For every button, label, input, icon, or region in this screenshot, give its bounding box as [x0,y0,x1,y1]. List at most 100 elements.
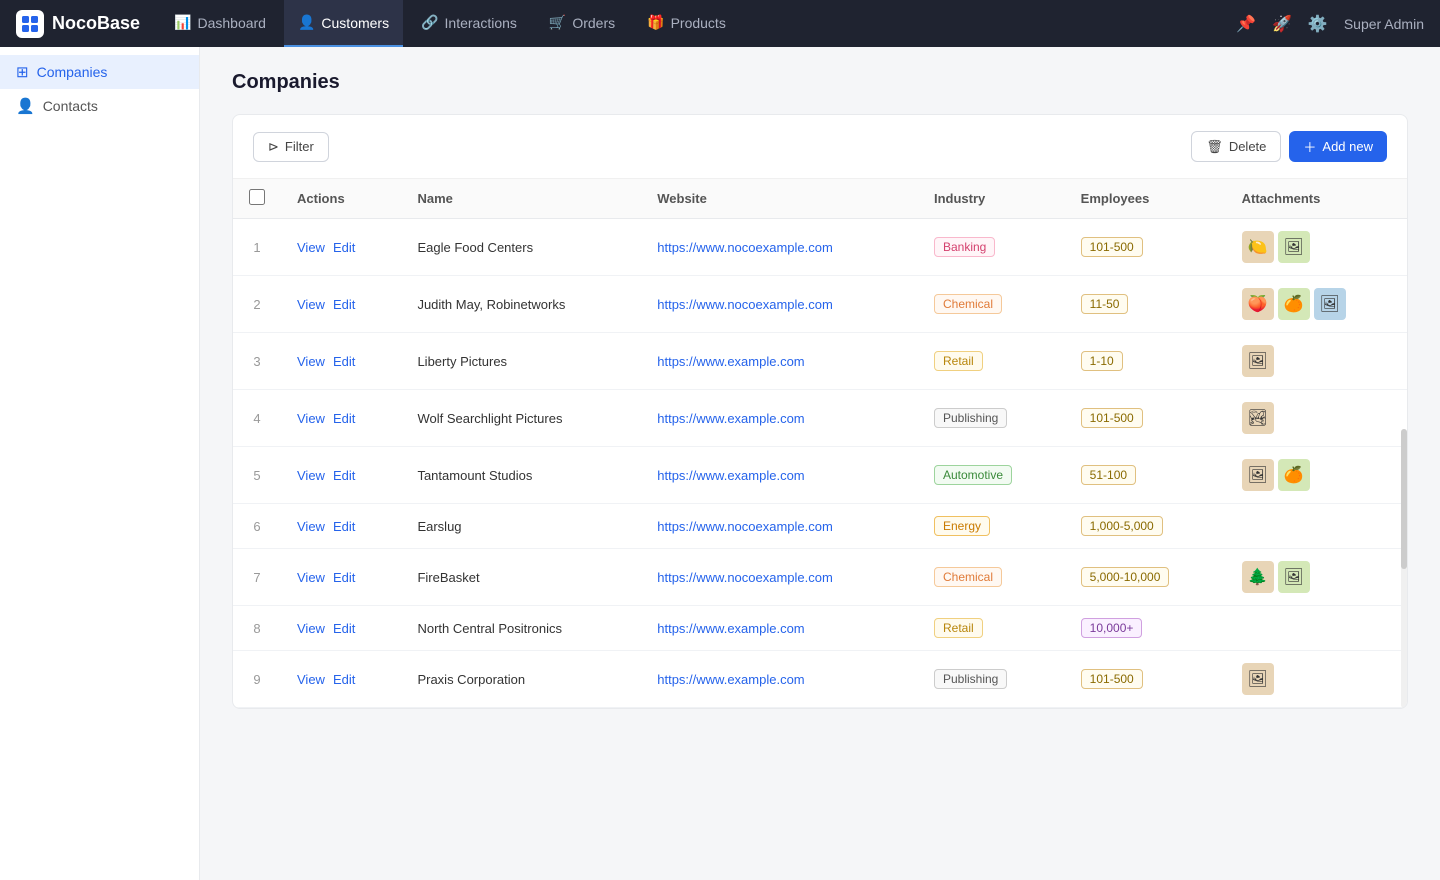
attachment-thumbnail[interactable]: 🖼 [1278,231,1310,263]
edit-link[interactable]: Edit [333,411,355,426]
table-row: 7ViewEditFireBaskethttps://www.nocoexamp… [233,549,1407,606]
website-link[interactable]: https://www.nocoexample.com [657,570,833,585]
website-link[interactable]: https://www.nocoexample.com [657,519,833,534]
attachment-thumbnail[interactable]: 🖼 [1242,663,1274,695]
industry-badge: Publishing [934,669,1007,689]
share-icon[interactable]: 🚀 [1272,14,1292,34]
industry-badge: Chemical [934,567,1002,587]
filter-button[interactable]: ⊳ Filter [253,132,329,162]
table-row: 4ViewEditWolf Searchlight Pictureshttps:… [233,390,1407,447]
delete-button[interactable]: 🗑 Delete [1191,131,1281,162]
attachments-cell: 🏞 [1242,402,1391,434]
scrollbar-track[interactable] [1401,429,1407,708]
attachment-thumbnail[interactable]: 🍋 [1242,231,1274,263]
employees-badge: 51-100 [1081,465,1136,485]
companies-table: Actions Name Website Industry Employees … [233,179,1407,708]
nav-right: 📌 🚀 ⚙️ Super Admin [1236,14,1424,34]
industry-badge: Energy [934,516,990,536]
view-link[interactable]: View [297,519,325,534]
company-name: FireBasket [401,549,641,606]
view-link[interactable]: View [297,354,325,369]
attachment-thumbnail[interactable]: 🍑 [1242,288,1274,320]
website-link[interactable]: https://www.nocoexample.com [657,240,833,255]
select-all-checkbox[interactable] [249,189,265,205]
view-link[interactable]: View [297,411,325,426]
page-title: Companies [232,71,1408,94]
industry-badge: Banking [934,237,995,257]
add-new-button[interactable]: ＋ Add new [1289,131,1387,162]
toolbar: ⊳ Filter 🗑 Delete ＋ Add new [233,115,1407,179]
website-link[interactable]: https://www.nocoexample.com [657,297,833,312]
table-row: 1ViewEditEagle Food Centershttps://www.n… [233,219,1407,276]
website-link[interactable]: https://www.example.com [657,621,804,636]
company-name: Praxis Corporation [401,651,641,708]
orders-icon: 🛒 [549,14,566,31]
company-name: Earslug [401,504,641,549]
view-link[interactable]: View [297,621,325,636]
attachment-thumbnail[interactable]: 🖼 [1278,561,1310,593]
sidebar-item-companies[interactable]: ⊞ Companies [0,55,199,89]
employees-badge: 101-500 [1081,237,1143,257]
nav-dashboard[interactable]: 📊 Dashboard [160,0,280,47]
view-link[interactable]: View [297,468,325,483]
edit-link[interactable]: Edit [333,519,355,534]
customers-icon: 👤 [298,14,315,31]
company-name: North Central Positronics [401,606,641,651]
edit-link[interactable]: Edit [333,354,355,369]
attachment-thumbnail[interactable]: 🏞 [1242,402,1274,434]
pin-icon[interactable]: 📌 [1236,14,1256,34]
company-name: Liberty Pictures [401,333,641,390]
nav-customers[interactable]: 👤 Customers [284,0,403,47]
edit-link[interactable]: Edit [333,672,355,687]
edit-link[interactable]: Edit [333,468,355,483]
website-link[interactable]: https://www.example.com [657,354,804,369]
employees-badge: 1-10 [1081,351,1123,371]
scrollbar-thumb[interactable] [1401,429,1407,569]
nav-interactions[interactable]: 🔗 Interactions [407,0,531,47]
company-name: Eagle Food Centers [401,219,641,276]
industry-badge: Chemical [934,294,1002,314]
view-link[interactable]: View [297,297,325,312]
col-industry: Industry [918,179,1065,219]
edit-link[interactable]: Edit [333,621,355,636]
sidebar-item-contacts[interactable]: 👤 Contacts [0,89,199,123]
nav-products[interactable]: 🎁 Products [633,0,740,47]
website-link[interactable]: https://www.example.com [657,411,804,426]
grid-icon: ⊞ [16,63,29,81]
employees-badge: 101-500 [1081,669,1143,689]
view-link[interactable]: View [297,672,325,687]
nav-orders[interactable]: 🛒 Orders [535,0,629,47]
toolbar-right: 🗑 Delete ＋ Add new [1191,131,1387,162]
table-body: 1ViewEditEagle Food Centershttps://www.n… [233,219,1407,708]
attachment-thumbnail[interactable]: 🍊 [1278,288,1310,320]
dashboard-icon: 📊 [174,14,191,31]
view-link[interactable]: View [297,240,325,255]
attachment-thumbnail[interactable]: 🌲 [1242,561,1274,593]
user-label[interactable]: Super Admin [1344,16,1424,32]
sidebar-label-contacts: Contacts [43,98,98,114]
settings-icon[interactable]: ⚙️ [1308,14,1328,34]
attachment-thumbnail[interactable]: 🍊 [1278,459,1310,491]
website-link[interactable]: https://www.example.com [657,672,804,687]
edit-link[interactable]: Edit [333,240,355,255]
edit-link[interactable]: Edit [333,570,355,585]
attachments-cell: 🖼 [1242,663,1391,695]
col-employees: Employees [1065,179,1226,219]
table-row: 3ViewEditLiberty Pictureshttps://www.exa… [233,333,1407,390]
industry-badge: Automotive [934,465,1012,485]
employees-badge: 1,000-5,000 [1081,516,1163,536]
company-name: Judith May, Robinetworks [401,276,641,333]
logo[interactable]: NocoBase [16,10,140,38]
col-website: Website [641,179,918,219]
attachment-thumbnail[interactable]: 🖼 [1242,345,1274,377]
view-link[interactable]: View [297,570,325,585]
attachment-thumbnail[interactable]: 🖼 [1314,288,1346,320]
sidebar-label-companies: Companies [37,64,108,80]
filter-icon: ⊳ [268,139,279,155]
trash-icon: 🗑 [1206,139,1223,155]
attachments-cell: 🍑🍊🖼 [1242,288,1391,320]
attachment-thumbnail[interactable]: 🖼 [1242,459,1274,491]
edit-link[interactable]: Edit [333,297,355,312]
layout: ⊞ Companies 👤 Contacts Companies ⊳ Filte… [0,47,1440,880]
website-link[interactable]: https://www.example.com [657,468,804,483]
